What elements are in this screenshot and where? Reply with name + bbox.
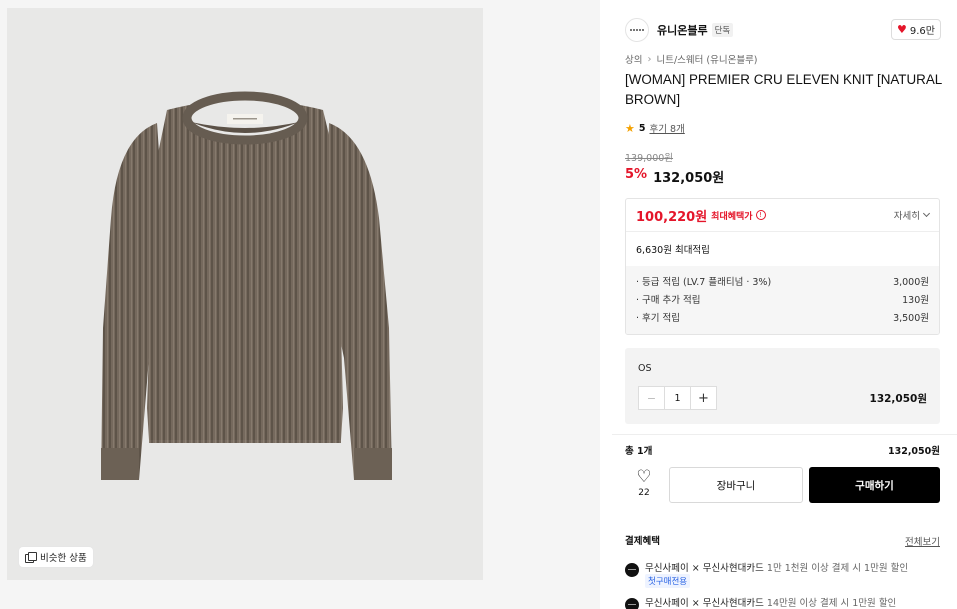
price-row: 5% 132,050원 <box>625 167 724 186</box>
detail-label: 자세히 <box>893 211 920 222</box>
divider <box>612 434 957 435</box>
brand-like-count: 9.6만 <box>909 26 935 37</box>
total-label: 총 1개 <box>625 446 653 457</box>
left-cuff <box>101 448 139 480</box>
points-total: 6,630원 최대적립 <box>636 244 710 256</box>
right-cuff <box>354 448 392 480</box>
decrease-button[interactable]: − <box>639 387 665 409</box>
points-row: · 구매 추가 적립 130원 <box>636 292 929 310</box>
similar-products-label: 비슷한 상품 <box>40 553 87 564</box>
chevron-right-icon: › <box>647 53 652 65</box>
max-benefit-header: 100,220원 최대혜택가 ! 자세히 <box>626 199 939 232</box>
benefit-card-name: 무신사페이 × 무신사현대카드 <box>645 563 764 574</box>
product-title: [WOMAN] PREMIER CRU ELEVEN KNIT [NATURAL… <box>625 72 942 107</box>
product-like-count: 22 <box>638 488 650 498</box>
points-row: · 등급 적립 (LV.7 플래티넘 · 3%) 3,000원 <box>636 274 929 292</box>
increase-button[interactable]: + <box>690 387 716 409</box>
buy-now-button[interactable]: 구매하기 <box>809 467 940 503</box>
brand-name[interactable]: 유니온블루 <box>657 22 708 38</box>
points-row: · 후기 적립 3,500원 <box>636 310 929 328</box>
view-all-link[interactable]: 전체보기 <box>905 534 940 548</box>
rating-score: 5 <box>638 122 646 134</box>
reviews-link[interactable]: 후기 8개 <box>650 121 685 135</box>
rating-row: ★ 5 후기 8개 <box>625 121 685 136</box>
product-image[interactable] <box>7 8 483 580</box>
points-label: · 후기 적립 <box>636 313 681 324</box>
exclusive-badge: 단독 <box>711 23 734 37</box>
breadcrumb-item-category[interactable]: 상의 <box>625 52 642 66</box>
sweater-illustration <box>101 91 392 480</box>
max-benefit-label: 최대혜택가 <box>711 211 753 222</box>
sweater-body <box>147 100 343 440</box>
discount-rate: 5% <box>625 167 648 182</box>
points-label: · 구매 추가 적립 <box>636 295 701 306</box>
similar-products-button[interactable]: 비슷한 상품 <box>19 547 93 567</box>
total-value: 132,050원 <box>887 446 940 457</box>
breadcrumb-item-subcategory[interactable]: 니트/스웨터 (유니온블루) <box>656 52 757 66</box>
musinsa-pay-logo-icon <box>625 563 639 577</box>
similar-icon <box>25 551 37 563</box>
original-price: 139,000원 <box>625 153 674 164</box>
total-row: 총 1개 132,050원 <box>625 443 940 457</box>
points-value: 3,500원 <box>893 313 929 324</box>
info-icon[interactable]: ! <box>755 210 766 220</box>
points-list: · 등급 적립 (LV.7 플래티넘 · 3%) 3,000원 · 구매 추가 … <box>626 266 939 334</box>
brand-row: 유니온블루 단독 ♥ 9.6만 <box>625 17 941 43</box>
selected-option-box: OS − 1 + 132,050원 <box>625 348 940 424</box>
star-icon: ★ <box>625 121 635 135</box>
quantity-value[interactable]: 1 <box>665 387 690 409</box>
breadcrumb: 상의 › 니트/스웨터 (유니온블루) <box>625 52 758 67</box>
points-label: · 등급 적립 (LV.7 플래티넘 · 3%) <box>636 277 772 288</box>
max-benefit-price: 100,220원 <box>636 209 708 225</box>
sale-price: 132,050원 <box>653 171 725 186</box>
chevron-down-icon <box>922 209 931 218</box>
first-purchase-badge: 첫구매전용 <box>645 574 691 588</box>
option-name: OS <box>638 363 652 374</box>
product-like-button[interactable]: ♡ 22 <box>629 468 659 504</box>
benefit-detail-toggle[interactable]: 자세히 <box>893 208 931 222</box>
brand-logo[interactable] <box>625 18 649 42</box>
quantity-stepper: − 1 + <box>638 386 717 410</box>
brand-like-button[interactable]: ♥ 9.6만 <box>891 19 941 40</box>
max-benefit-box: 100,220원 최대혜택가 ! 자세히 6,630원 최대적립 · 등급 적립… <box>625 198 940 335</box>
product-info-panel: 유니온블루 단독 ♥ 9.6만 상의 › 니트/스웨터 (유니온블루) [WOM… <box>612 0 957 609</box>
heart-outline-icon: ♡ <box>636 467 652 487</box>
sweater-hem <box>149 413 341 443</box>
heart-filled-icon: ♥ <box>897 23 907 36</box>
benefit-condition: 1만 1천원 이상 결제 시 1만원 할인 <box>766 563 909 574</box>
payment-benefits-title: 결제혜택 <box>625 536 660 547</box>
add-to-cart-button[interactable]: 장바구니 <box>669 467 803 503</box>
benefit-card-name: 무신사페이 × 무신사현대카드 <box>645 598 764 609</box>
points-value: 130원 <box>902 295 929 306</box>
benefit-condition: 14만원 이상 결제 시 1만원 할인 <box>766 598 897 609</box>
option-price: 132,050원 <box>869 393 927 405</box>
musinsa-pay-logo-icon <box>625 598 639 609</box>
points-value: 3,000원 <box>893 277 929 288</box>
